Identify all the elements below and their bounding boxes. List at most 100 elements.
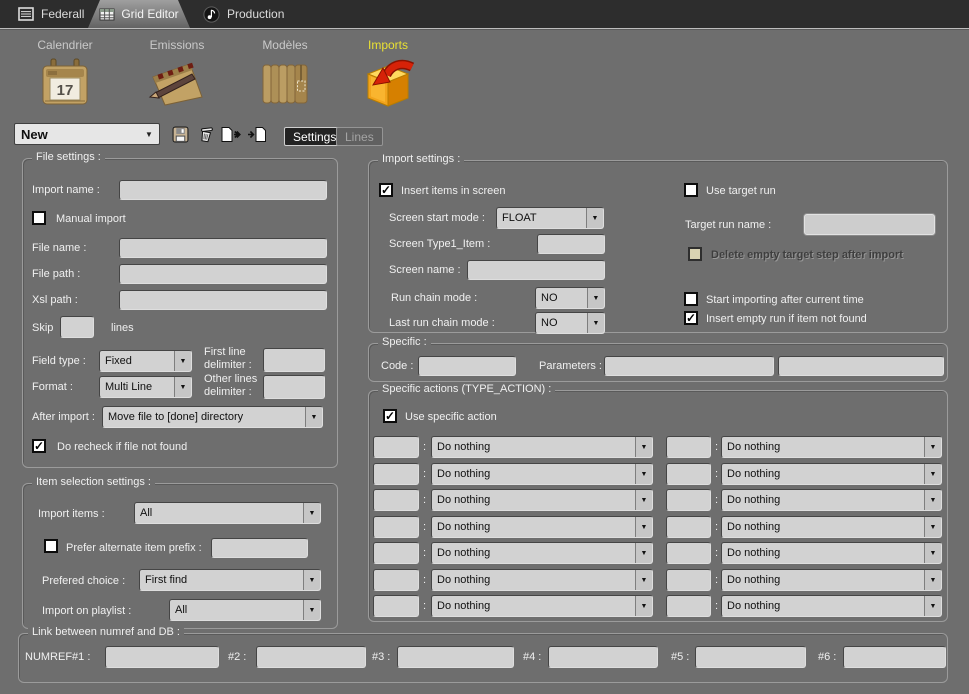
import-items-dropdown[interactable]: All ▼ [134,502,321,524]
action-dropdown[interactable]: Do nothing▼ [721,595,942,617]
tab-grid-editor[interactable]: Grid Editor [88,0,190,28]
action-code-field[interactable] [666,516,711,538]
screen-name-field[interactable] [467,260,605,280]
other-lines-delim-label: Other lines delimiter : [204,373,268,399]
chevron-down-icon: ▼ [587,313,604,333]
delete-empty-target-checkbox[interactable] [688,247,702,261]
action-dropdown[interactable]: Do nothing▼ [431,436,653,458]
file-path-field[interactable] [119,264,327,284]
numref1-field[interactable] [105,646,219,668]
action-code-field[interactable] [373,569,419,591]
prefered-choice-label: Prefered choice : [42,575,125,587]
nav-item-emissions[interactable]: Emissions [132,38,222,114]
nav-item-imports[interactable]: Imports [343,38,433,114]
action-dropdown[interactable]: Do nothing▼ [721,542,942,564]
action-dropdown[interactable]: Do nothing▼ [431,569,653,591]
code-field[interactable] [418,356,516,376]
action-dropdown[interactable]: Do nothing▼ [721,569,942,591]
import-button[interactable] [245,124,269,144]
tab-federall-label: Federall [41,7,84,21]
recheck-checkbox[interactable] [32,439,46,453]
chevron-down-icon: ▼ [924,517,941,537]
numref2-field[interactable] [256,646,366,668]
action-dropdown[interactable]: Do nothing▼ [721,436,942,458]
action-dropdown[interactable]: Do nothing▼ [721,489,942,511]
numref3-field[interactable] [397,646,514,668]
action-dropdown[interactable]: Do nothing▼ [721,463,942,485]
prefer-alternate-checkbox[interactable] [44,539,58,553]
import-name-field[interactable] [119,180,327,200]
field-type-label: Field type : [32,355,86,367]
import-playlist-dropdown[interactable]: All ▼ [169,599,321,621]
action-code-field[interactable] [373,463,419,485]
parameters-label: Parameters : [539,360,602,372]
start-importing-checkbox[interactable] [684,292,698,306]
file-path-label: File path : [32,268,80,280]
chevron-down-icon: ▼ [924,490,941,510]
xsl-path-field[interactable] [119,290,327,310]
action-code-field[interactable] [666,463,711,485]
action-code-field[interactable] [373,542,419,564]
use-specific-action-checkbox[interactable] [383,409,397,423]
preset-combobox[interactable]: New ▼ [14,123,160,145]
action-value: Do nothing [432,437,635,457]
action-code-field[interactable] [666,569,711,591]
action-value: Do nothing [722,437,924,457]
action-code-field[interactable] [666,542,711,564]
topbar-separator [0,28,969,30]
prefered-choice-dropdown[interactable]: First find ▼ [139,569,321,591]
parameters-field-2[interactable] [778,356,944,376]
insert-items-checkbox[interactable] [379,183,393,197]
tab-federall[interactable]: Federall [18,0,84,28]
action-code-field[interactable] [666,436,711,458]
screen-type-field[interactable] [537,234,605,254]
delete-button[interactable] [195,124,217,144]
action-dropdown[interactable]: Do nothing▼ [431,595,653,617]
action-code-field[interactable] [373,516,419,538]
run-chain-dropdown[interactable]: NO ▼ [535,287,605,309]
manual-import-label: Manual import [56,213,126,225]
export-file-icon [220,126,243,143]
numref5-field[interactable] [695,646,806,668]
nav-item-calendrier[interactable]: Calendrier 17 [20,38,110,114]
action-code-field[interactable] [373,595,419,617]
action-dropdown[interactable]: Do nothing▼ [431,463,653,485]
file-name-field[interactable] [119,238,327,258]
numref6-field[interactable] [843,646,946,668]
action-code-field[interactable] [373,489,419,511]
other-lines-delim-field[interactable] [263,375,325,399]
action-value: Do nothing [432,570,635,590]
manual-import-checkbox[interactable] [32,211,46,225]
numref4-field[interactable] [548,646,658,668]
prefer-alternate-field[interactable] [211,538,308,558]
parameters-field-1[interactable] [604,356,774,376]
field-type-dropdown[interactable]: Fixed ▼ [99,350,192,372]
skip-lines-field[interactable] [60,316,94,338]
last-run-chain-dropdown[interactable]: NO ▼ [535,312,605,334]
insert-empty-run-checkbox[interactable] [684,311,698,325]
action-code-field[interactable] [666,595,711,617]
action-code-field[interactable] [373,436,419,458]
save-button[interactable] [169,124,191,144]
tab-lines[interactable]: Lines [336,127,383,146]
action-value: Do nothing [432,596,635,616]
colon-separator: : [715,494,718,506]
action-value: Do nothing [722,543,924,563]
action-dropdown[interactable]: Do nothing▼ [721,516,942,538]
target-run-name-field[interactable] [804,214,935,235]
nav-item-modeles[interactable]: Modèles [240,38,330,114]
after-import-dropdown[interactable]: Move file to [done] directory ▼ [102,406,323,428]
format-dropdown[interactable]: Multi Line ▼ [99,376,192,398]
screen-start-dropdown[interactable]: FLOAT ▼ [496,207,604,229]
tab-production[interactable]: Production [203,0,284,28]
action-dropdown[interactable]: Do nothing▼ [431,542,653,564]
action-dropdown[interactable]: Do nothing▼ [431,489,653,511]
first-line-delim-field[interactable] [263,348,325,372]
use-target-run-checkbox[interactable] [684,183,698,197]
spreadsheet-grid-icon [99,8,115,21]
action-dropdown[interactable]: Do nothing▼ [431,516,653,538]
export-button[interactable] [218,124,244,144]
action-code-field[interactable] [666,489,711,511]
specific-action-row: : Do nothing▼ : Do nothing▼ [369,489,947,511]
start-importing-label: Start importing after current time [706,294,864,306]
